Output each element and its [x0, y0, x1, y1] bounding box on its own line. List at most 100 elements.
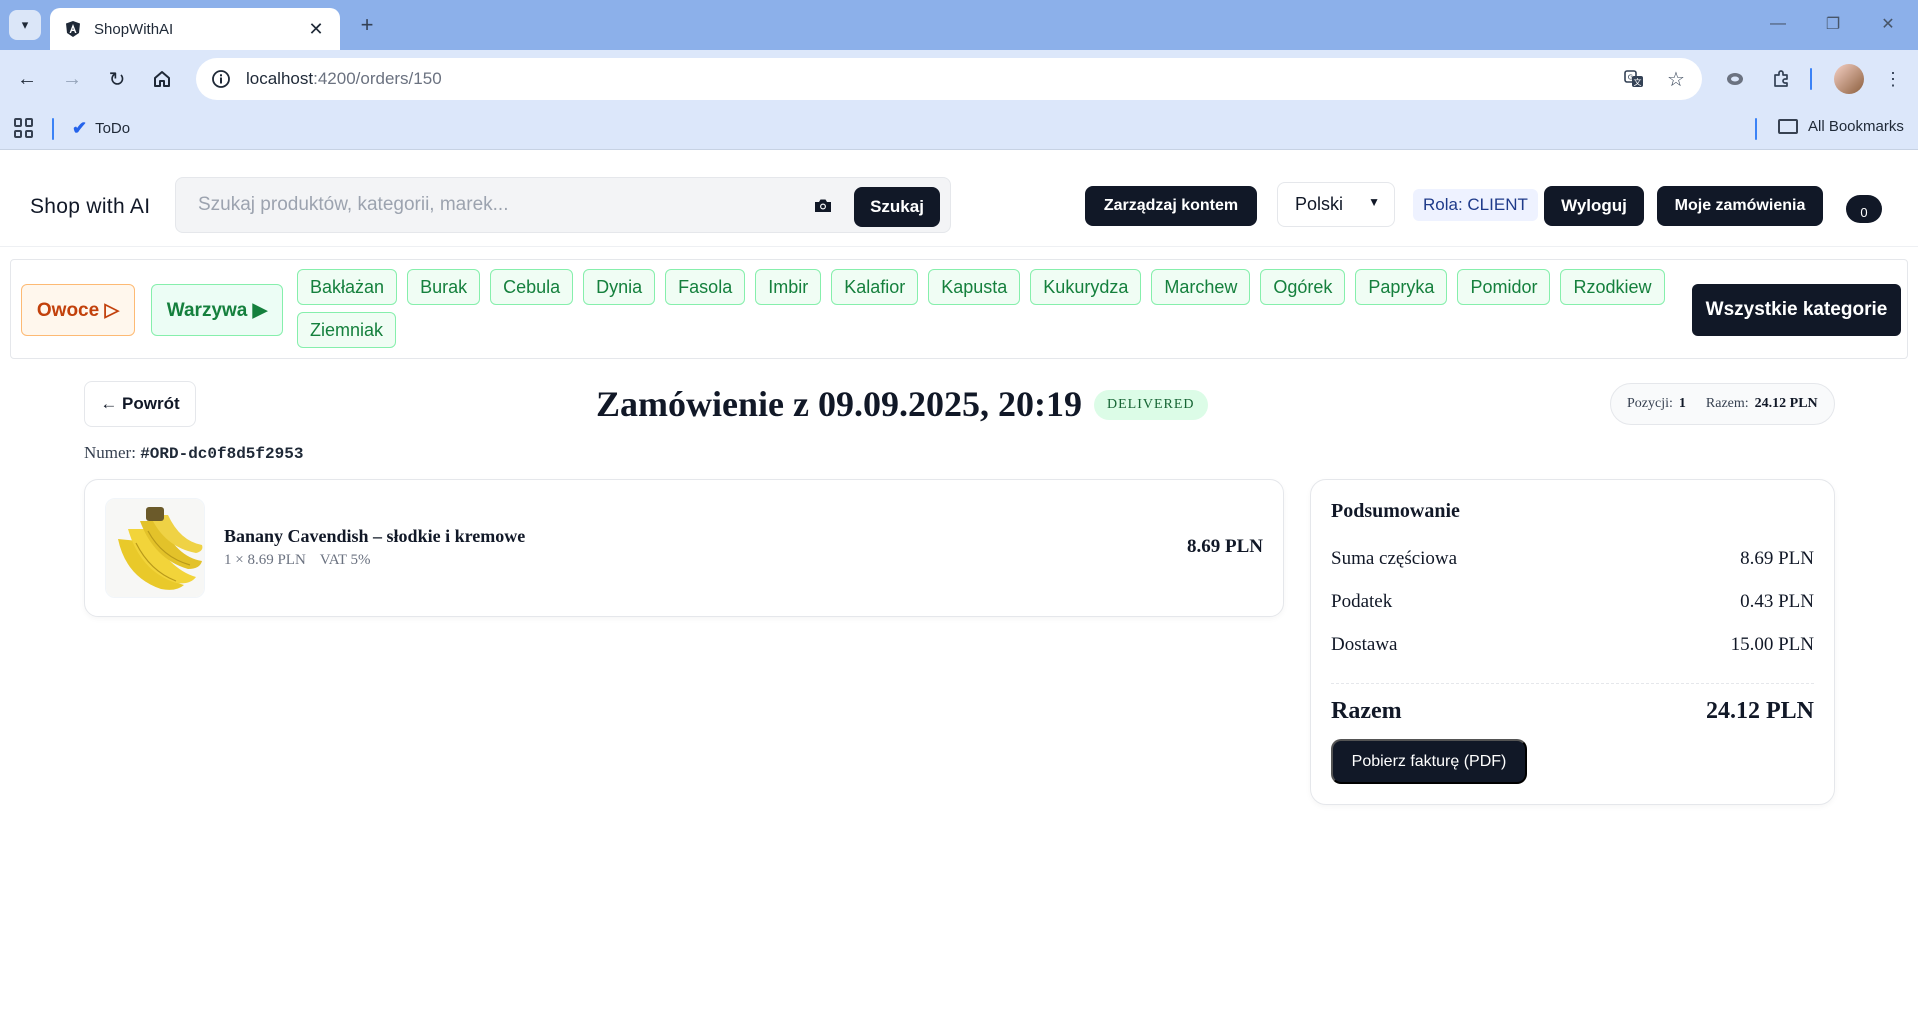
chip-papryka[interactable]: Papryka: [1355, 269, 1448, 305]
minimize-icon[interactable]: —: [1758, 8, 1798, 40]
url-text: localhost:4200/orders/150: [246, 69, 442, 88]
role-badge: Rola: CLIENT: [1413, 189, 1538, 221]
chip-kukurydza[interactable]: Kukurydza: [1030, 269, 1142, 305]
chip-kalafior[interactable]: Kalafior: [831, 269, 919, 305]
chevron-down-icon: ▼: [1368, 195, 1380, 209]
bookmarks-separator-right: [1755, 118, 1757, 140]
shipping-row: Dostawa 15.00 PLN: [1331, 634, 1814, 656]
extensions-icon[interactable]: [1766, 64, 1796, 94]
forward-arrow-icon[interactable]: →: [55, 62, 89, 96]
cart-button[interactable]: 0: [1846, 195, 1886, 229]
pill-total-label: Razem:: [1705, 396, 1749, 411]
tax-label: Podatek: [1331, 591, 1393, 612]
active-tab[interactable]: ShopWithAI ✕: [50, 8, 340, 50]
banana-product-image: [105, 498, 205, 598]
bookmark-todo[interactable]: ✔ ToDo: [72, 118, 130, 139]
cart-count: 0: [1860, 205, 1868, 220]
bookmark-star-icon[interactable]: ☆: [1664, 67, 1688, 91]
total-label: Razem: [1331, 698, 1402, 724]
my-orders-button[interactable]: Moje zamówienia: [1657, 186, 1823, 226]
profile-avatar[interactable]: [1834, 64, 1864, 94]
order-number-label: Numer:: [84, 443, 136, 462]
language-value: Polski: [1295, 194, 1344, 214]
chip-imbir[interactable]: Imbir: [755, 269, 822, 305]
subtotal-row: Suma częściowa 8.69 PLN: [1331, 548, 1814, 570]
manage-account-button[interactable]: Zarządzaj kontem: [1085, 186, 1257, 226]
item-meta: 1 × 8.69 PLN VAT 5%: [224, 552, 371, 569]
folder-icon: [1778, 119, 1798, 134]
svg-text:文: 文: [1634, 77, 1642, 87]
category-bar: Owoce ▷ Warzywa ▶ Bakłażan Burak Cebula …: [10, 259, 1908, 359]
chip-ogorek[interactable]: Ogórek: [1260, 269, 1346, 305]
back-arrow-icon[interactable]: ←: [10, 62, 44, 96]
bookmarks-bar: ✔ ToDo All Bookmarks: [0, 108, 1918, 150]
all-bookmarks[interactable]: All Bookmarks: [1778, 118, 1904, 135]
chip-burak[interactable]: Burak: [407, 269, 481, 305]
shipping-value: 15.00 PLN: [1730, 634, 1814, 655]
chip-marchew[interactable]: Marchew: [1151, 269, 1251, 305]
category-vegetables-button[interactable]: Warzywa ▶: [151, 284, 283, 336]
tab-close-icon[interactable]: ✕: [306, 19, 326, 40]
pill-total-value: 24.12 PLN: [1754, 396, 1818, 411]
chip-ziemniak[interactable]: Ziemniak: [297, 312, 397, 348]
cart-count-badge: 0: [1846, 195, 1882, 223]
browser-toolbar: ← → ↻ localhost:4200/orders/150 文G ☆ ⋮: [0, 50, 1918, 108]
tax-value: 0.43 PLN: [1740, 591, 1814, 612]
todo-check-icon: ✔: [72, 118, 88, 138]
chip-dynia[interactable]: Dynia: [583, 269, 656, 305]
restore-icon[interactable]: ❐: [1813, 8, 1853, 40]
site-info-icon[interactable]: [208, 66, 234, 92]
back-button[interactable]: ← Powrót: [84, 381, 196, 427]
camera-icon[interactable]: [810, 193, 836, 217]
svg-text:G: G: [1628, 74, 1633, 82]
address-bar[interactable]: localhost:4200/orders/150 文G ☆: [196, 58, 1702, 100]
window-close-icon[interactable]: ✕: [1868, 8, 1908, 40]
angular-favicon-icon: [64, 20, 82, 38]
apps-grid-icon[interactable]: [14, 118, 34, 138]
tab-search-chevron-icon[interactable]: ▾: [9, 10, 41, 40]
app-root: Shop with AI Szukaj Zarządzaj kontem Pol…: [0, 151, 1918, 1017]
brand-logo[interactable]: Shop with AI: [30, 195, 150, 219]
reload-icon[interactable]: ↻: [100, 62, 134, 96]
extension-puzzle-shield-icon[interactable]: [1720, 64, 1750, 94]
chip-baklazan[interactable]: Bakłażan: [297, 269, 398, 305]
chip-cebula[interactable]: Cebula: [490, 269, 574, 305]
order-title: Zamówienie z 09.09.2025, 20:19: [596, 384, 1082, 424]
category-fruit-button[interactable]: Owoce ▷: [21, 284, 135, 336]
order-totals-pill: Pozycji: 1 Razem: 24.12 PLN: [1610, 383, 1835, 425]
logout-button[interactable]: Wyloguj: [1544, 186, 1644, 226]
positions-label: Pozycji:: [1627, 396, 1673, 411]
tax-row: Podatek 0.43 PLN: [1331, 591, 1814, 613]
item-vat: VAT 5%: [319, 552, 371, 568]
order-items-card: Banany Cavendish – słodkie i kremowe 1 ×…: [84, 479, 1284, 617]
toolbar-separator: [1810, 68, 1812, 90]
subcategory-chips: Bakłażan Burak Cebula Dynia Fasola Imbir…: [297, 269, 1687, 348]
bookmark-todo-label: ToDo: [95, 120, 131, 137]
chip-rzodkiew[interactable]: Rzodkiew: [1560, 269, 1665, 305]
home-icon[interactable]: [145, 62, 179, 96]
browser-tab-strip: ▾ ShopWithAI ✕ + — ❐ ✕: [0, 0, 1918, 50]
chip-pomidor[interactable]: Pomidor: [1457, 269, 1551, 305]
summary-title: Podsumowanie: [1331, 500, 1460, 522]
site-header: Shop with AI Szukaj Zarządzaj kontem Pol…: [0, 151, 1918, 247]
total-row: Razem 24.12 PLN: [1331, 698, 1814, 725]
item-price: 8.69 PLN: [1187, 536, 1263, 557]
search-button[interactable]: Szukaj: [854, 187, 940, 227]
shipping-label: Dostawa: [1331, 634, 1398, 655]
positions-value: 1: [1678, 396, 1686, 411]
item-name[interactable]: Banany Cavendish – słodkie i kremowe: [224, 526, 525, 547]
all-categories-button[interactable]: Wszystkie kategorie: [1692, 284, 1901, 336]
search-input[interactable]: [198, 188, 758, 222]
chip-kapusta[interactable]: Kapusta: [928, 269, 1021, 305]
download-invoice-button[interactable]: Pobierz fakturę (PDF): [1331, 739, 1527, 784]
browser-menu-icon[interactable]: ⋮: [1878, 64, 1908, 94]
new-tab-plus-icon[interactable]: +: [352, 10, 382, 40]
order-summary-card: Podsumowanie Suma częściowa 8.69 PLN Pod…: [1310, 479, 1835, 805]
tab-title: ShopWithAI: [94, 20, 174, 38]
language-select[interactable]: Polski ▼: [1277, 182, 1395, 227]
chip-fasola[interactable]: Fasola: [665, 269, 746, 305]
translate-icon[interactable]: 文G: [1622, 67, 1646, 91]
subtotal-label: Suma częściowa: [1331, 548, 1458, 569]
bookmarks-separator: [52, 118, 54, 140]
order-number: Numer: #ORD-dc0f8d5f2953: [84, 443, 303, 463]
